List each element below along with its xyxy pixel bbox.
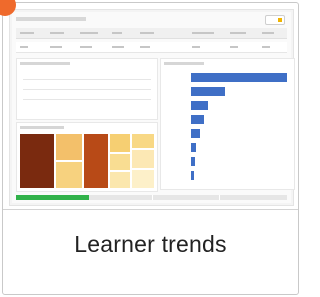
bar-chart-bar <box>191 73 287 82</box>
heatmap-grid <box>19 133 155 189</box>
data-cell <box>50 46 62 48</box>
panel-title-placeholder <box>20 126 64 129</box>
data-cell <box>80 46 92 48</box>
bar-chart-bar <box>191 143 196 152</box>
dashboard-preview <box>12 12 295 203</box>
bar-chart-area <box>191 71 290 183</box>
data-cell <box>20 46 28 48</box>
share-icon <box>278 18 282 22</box>
dashboard-share-button <box>265 15 285 25</box>
header-cell <box>192 32 214 34</box>
header-cell <box>140 32 154 34</box>
chart-gridline <box>23 89 151 90</box>
progress-segment-divider <box>151 195 153 200</box>
heatmap-cell <box>19 133 55 189</box>
panel-title-placeholder <box>164 62 204 65</box>
table-data-row <box>16 42 287 53</box>
completion-progress-bar <box>16 195 287 200</box>
heatmap-cell <box>83 133 109 189</box>
header-cell <box>262 32 274 34</box>
heatmap-cell <box>131 169 155 189</box>
heatmap-panel <box>16 122 158 192</box>
header-cell <box>20 32 34 34</box>
header-cell <box>50 32 64 34</box>
progress-segment-divider <box>219 195 221 200</box>
heatmap-cell <box>109 171 131 189</box>
learner-trends-card[interactable]: Learner trends <box>2 2 299 295</box>
data-cell <box>140 46 150 48</box>
bar-chart-panel <box>160 58 295 190</box>
dashboard-thumbnail <box>9 9 295 206</box>
bar-chart-bar <box>191 171 194 180</box>
heatmap-cell <box>109 153 131 171</box>
bar-chart-bar <box>191 87 225 96</box>
data-cell <box>262 46 270 48</box>
dashboard-title-placeholder <box>16 17 86 21</box>
data-cell <box>230 46 238 48</box>
progress-fill <box>16 195 90 200</box>
heatmap-cell <box>55 133 83 161</box>
card-title: Learner trends <box>74 231 227 257</box>
header-cell <box>112 32 122 34</box>
chart-axis <box>23 99 151 100</box>
header-cell <box>230 32 246 34</box>
bar-chart-bar <box>191 157 195 166</box>
trend-line-panel <box>16 58 158 120</box>
data-cell <box>112 46 124 48</box>
card-divider <box>3 209 298 210</box>
bar-chart-bar <box>191 101 208 110</box>
bar-chart-bar <box>191 115 204 124</box>
heatmap-cell <box>109 133 131 153</box>
heatmap-cell <box>131 133 155 149</box>
heatmap-cell <box>55 161 83 189</box>
panel-title-placeholder <box>20 62 70 65</box>
header-cell <box>80 32 98 34</box>
table-header-row <box>16 28 287 39</box>
heatmap-cell <box>131 149 155 169</box>
data-cell <box>192 46 200 48</box>
chart-gridline <box>23 79 151 80</box>
bar-chart-bar <box>191 129 200 138</box>
